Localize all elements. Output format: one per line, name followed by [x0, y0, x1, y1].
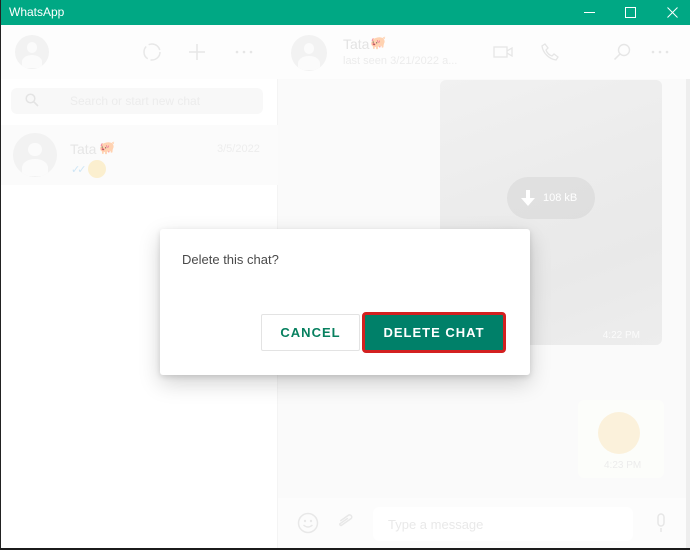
read-ticks-icon: ✓✓	[71, 164, 87, 176]
message-composer: Type a message	[278, 498, 686, 548]
maximize-icon	[624, 7, 636, 18]
new-chat-button[interactable]	[185, 40, 209, 64]
sidebar-header	[1, 25, 278, 79]
download-button[interactable]: 108 kB	[507, 177, 595, 219]
maximize-button[interactable]	[610, 0, 650, 25]
sidebar-menu-button[interactable]	[232, 40, 256, 64]
attach-icon	[339, 514, 353, 527]
profile-avatar[interactable]	[15, 35, 49, 69]
voice-call-button[interactable]	[538, 40, 562, 64]
menu-icon	[651, 50, 669, 54]
title-bar: WhatsApp	[1, 0, 690, 25]
dialog-message: Delete this chat?	[182, 252, 279, 267]
mic-icon	[657, 513, 665, 532]
whatsapp-window: WhatsApp Search or start new chat Tata 🐖…	[0, 0, 690, 548]
new-chat-icon	[189, 44, 205, 60]
minimize-icon	[583, 12, 595, 13]
eye-roll-sticker-icon	[598, 412, 640, 454]
search-input[interactable]: Search or start new chat	[70, 94, 200, 108]
sticker-message[interactable]: 4:23 PM	[578, 400, 664, 478]
download-icon	[521, 190, 535, 206]
status-button[interactable]	[140, 40, 164, 64]
pig-emoji-icon: 🐖	[370, 35, 387, 50]
emoji-button[interactable]	[296, 511, 320, 535]
delete-chat-button[interactable]: DELETE CHAT	[362, 312, 506, 353]
close-icon	[666, 7, 678, 18]
search-icon	[25, 93, 39, 107]
eye-roll-emoji-icon	[88, 160, 106, 178]
chat-search-button[interactable]	[610, 40, 634, 64]
search-box[interactable]: Search or start new chat	[11, 88, 263, 114]
contact-name: Tata	[343, 36, 370, 52]
pig-emoji-icon: 🐖	[99, 140, 116, 155]
contact-avatar[interactable]	[291, 35, 327, 71]
status-icon	[143, 43, 161, 61]
attach-button[interactable]	[334, 511, 358, 535]
minimize-button[interactable]	[569, 0, 609, 25]
last-seen-status: last seen 3/21/2022 a...	[343, 55, 458, 67]
cancel-button[interactable]: CANCEL	[261, 314, 360, 351]
app-title: WhatsApp	[9, 5, 65, 19]
mic-button[interactable]	[649, 511, 673, 535]
chat-list-item[interactable]: Tata 🐖 3/5/2022 ✓✓	[1, 125, 278, 185]
message-time: 4:23 PM	[604, 460, 642, 471]
chat-avatar	[13, 133, 57, 177]
close-button[interactable]	[652, 0, 690, 25]
message-placeholder: Type a message	[388, 517, 484, 532]
chat-date: 3/5/2022	[217, 143, 260, 155]
voice-call-icon	[541, 43, 559, 61]
emoji-icon	[297, 512, 319, 534]
delete-chat-dialog: Delete this chat? CANCEL DELETE CHAT	[160, 229, 530, 375]
chat-menu-button[interactable]	[648, 40, 672, 64]
message-input[interactable]: Type a message	[373, 507, 633, 541]
menu-icon	[235, 50, 253, 54]
conversation-scrollbar[interactable]	[686, 79, 690, 548]
video-call-icon	[493, 46, 513, 58]
search-icon	[613, 43, 631, 61]
chat-name: Tata	[70, 141, 97, 157]
video-call-button[interactable]	[491, 42, 515, 62]
conversation-header[interactable]: Tata 🐖 last seen 3/21/2022 a...	[278, 25, 690, 79]
download-size: 108 kB	[543, 192, 578, 204]
message-time: 4:22 PM	[602, 330, 640, 341]
